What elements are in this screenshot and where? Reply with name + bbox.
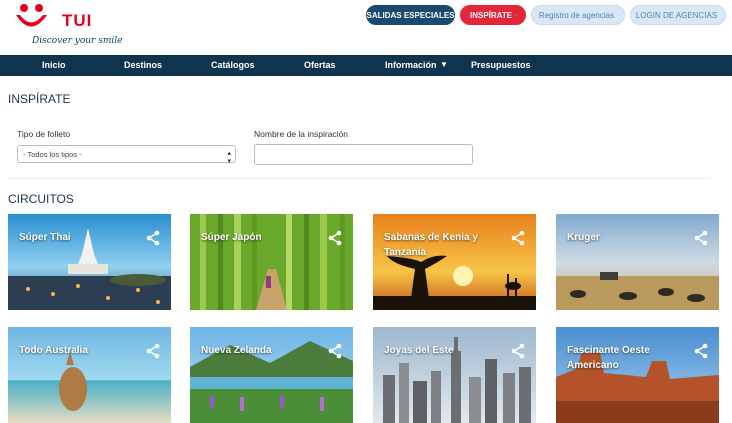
caret-down-icon[interactable]: ▼ (440, 60, 448, 69)
sabanas-kenia-image (373, 214, 536, 310)
card-sabanas-kenia[interactable]: Sabanas de Kenia y Tanzania (373, 214, 536, 310)
section-divider (8, 178, 710, 179)
inspirate-label: INSPÍRATE (470, 11, 512, 20)
oeste-americano-image (556, 327, 719, 423)
tui-logo[interactable]: TUI Discover your smile (14, 2, 124, 52)
nav-item-presupuestos[interactable]: Presupuestos (471, 60, 531, 70)
top-buttons: SALIDAS ESPECIALES INSPÍRATE Registro de… (366, 5, 726, 25)
card-title: Joyas del Este (384, 343, 499, 358)
main-nav: Inicio Destinos Catálogos Ofertas Inform… (0, 55, 732, 76)
select-arrows-icon: ▴▾ (227, 149, 231, 165)
card-title: Nueva Zelanda (201, 343, 316, 358)
tipo-folleto-label: Tipo de folleto (17, 129, 70, 139)
card-title: Kruger (567, 230, 682, 245)
card-title: Súper Thai (19, 230, 134, 245)
tipo-folleto-value: - Todos los tipos - (23, 150, 82, 159)
registro-agencias-button[interactable]: Registro de agencias (531, 5, 625, 25)
nav-item-destinos[interactable]: Destinos (124, 60, 162, 70)
card-title: Súper Japón (201, 230, 316, 245)
nombre-inspiracion-input[interactable] (254, 144, 473, 165)
card-todo-australia[interactable]: Todo Australia (8, 327, 171, 423)
card-joyas-del-este[interactable]: Joyas del Este (373, 327, 536, 423)
card-title: Todo Australia (19, 343, 134, 358)
brand-name: TUI (62, 11, 92, 31)
nav-item-catalogos[interactable]: Catálogos (211, 60, 255, 70)
site-header: TUI Discover your smile SALIDAS ESPECIAL… (0, 0, 732, 55)
share-icon[interactable] (327, 230, 343, 246)
nueva-zelanda-image (190, 327, 353, 423)
login-agencias-button[interactable]: LOGIN DE AGENCIAS (630, 5, 726, 25)
share-icon[interactable] (327, 343, 343, 359)
inspirate-title: INSPÍRATE (8, 92, 70, 106)
card-nueva-zelanda[interactable]: Nueva Zelanda (190, 327, 353, 423)
card-super-thai[interactable]: Súper Thai (8, 214, 171, 310)
nombre-inspiracion-label: Nombre de la inspiración (254, 129, 348, 139)
tui-smile-icon (14, 2, 60, 38)
circuitos-title: CIRCUITOS (8, 192, 74, 206)
nav-item-ofertas[interactable]: Ofertas (304, 60, 336, 70)
card-title: Sabanas de Kenia y Tanzania (384, 230, 499, 260)
suitcase-icon (515, 11, 516, 19)
inspirate-button[interactable]: INSPÍRATE (460, 5, 526, 25)
card-kruger[interactable]: Kruger (556, 214, 719, 310)
share-icon[interactable] (510, 230, 526, 246)
brand-tagline: Discover your smile (32, 36, 122, 46)
share-icon[interactable] (693, 343, 709, 359)
registro-label: Registro de agencias (539, 11, 614, 20)
super-japon-image (190, 214, 353, 310)
share-icon[interactable] (693, 230, 709, 246)
card-super-japon[interactable]: Súper Japón (190, 214, 353, 310)
joyas-del-este-image (373, 327, 536, 423)
nav-item-inicio[interactable]: Inicio (42, 60, 66, 70)
card-oeste-americano[interactable]: Fascinante Oeste Americano (556, 327, 719, 423)
salidas-label: SALIDAS ESPECIALES (367, 11, 455, 20)
card-title: Fascinante Oeste Americano (567, 343, 682, 373)
nav-item-informacion[interactable]: Información (385, 60, 437, 70)
super-thai-image (8, 214, 171, 310)
todo-australia-image (8, 327, 171, 423)
share-icon[interactable] (145, 230, 161, 246)
share-icon[interactable] (145, 343, 161, 359)
kruger-image (556, 214, 719, 310)
login-label: LOGIN DE AGENCIAS (636, 11, 717, 20)
share-icon[interactable] (510, 343, 526, 359)
salidas-especiales-button[interactable]: SALIDAS ESPECIALES (366, 5, 455, 25)
tipo-folleto-select[interactable]: - Todos los tipos - ▴▾ (17, 145, 236, 163)
